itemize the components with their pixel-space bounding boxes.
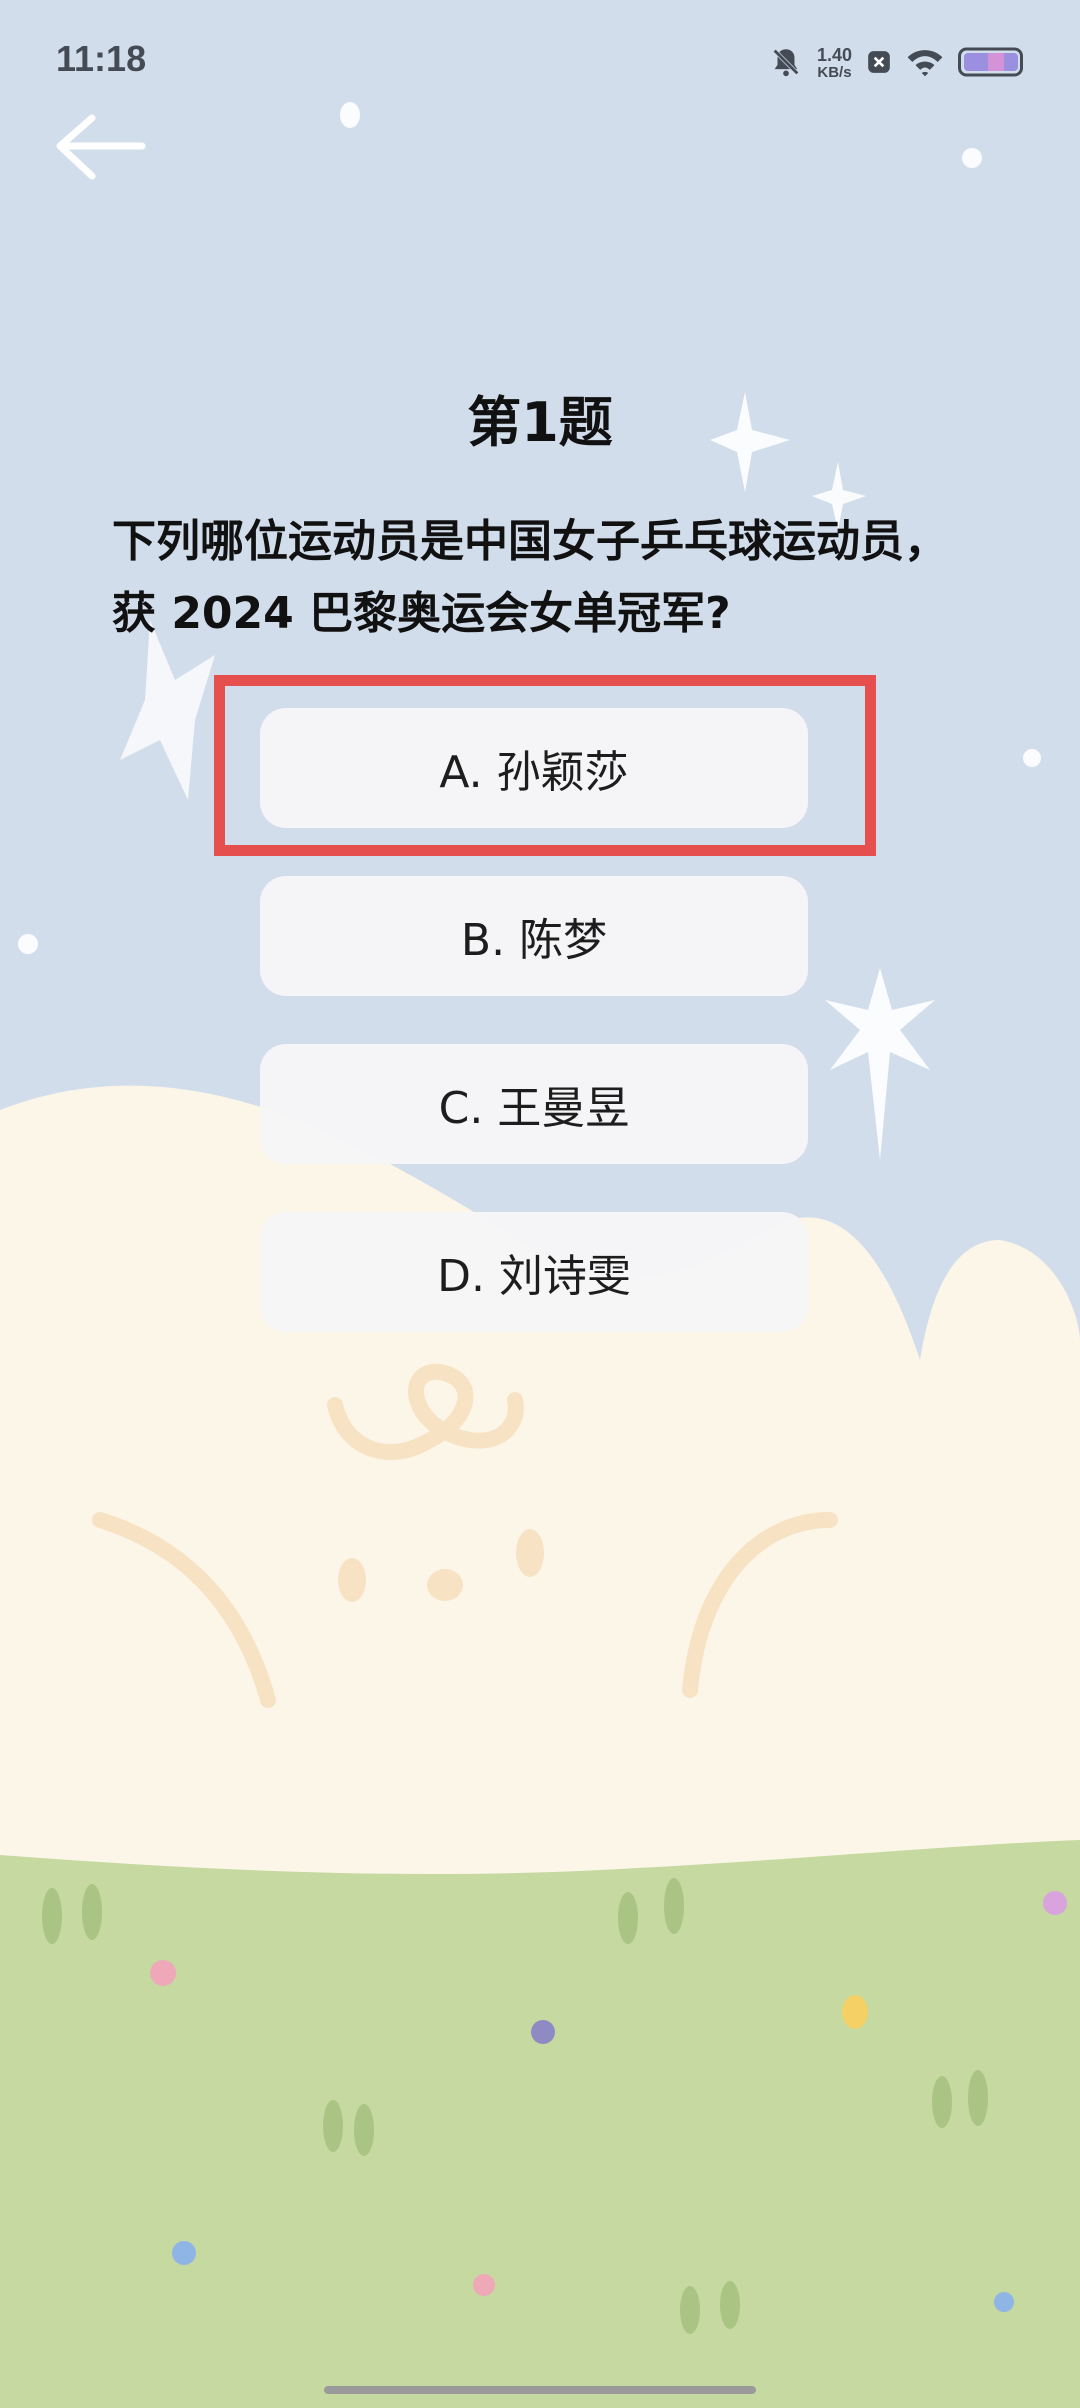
option-b-label: B. 陈梦 bbox=[460, 915, 608, 966]
network-speed-unit: KB/s bbox=[817, 64, 852, 81]
option-b-button[interactable]: B. 陈梦 bbox=[260, 876, 808, 996]
bell-muted-icon bbox=[769, 45, 803, 83]
question-text: 下列哪位运动员是中国女子乒乓球运动员，获 2024 巴黎奥运会女单冠军? bbox=[112, 516, 948, 639]
status-icons: 1.40 KB/s bbox=[769, 40, 1026, 88]
question-number-title: 第1题 bbox=[467, 391, 613, 454]
back-button[interactable] bbox=[52, 108, 148, 188]
arrow-left-icon bbox=[56, 114, 146, 180]
close-box-icon bbox=[866, 48, 892, 80]
selection-highlight-box bbox=[214, 675, 876, 856]
battery-icon bbox=[958, 46, 1026, 82]
option-c-label: C. 王曼昱 bbox=[438, 1083, 630, 1134]
home-indicator[interactable] bbox=[324, 2386, 756, 2394]
option-d-label: D. 刘诗雯 bbox=[437, 1251, 631, 1302]
option-d-button[interactable]: D. 刘诗雯 bbox=[260, 1212, 808, 1332]
network-speed-value: 1.40 bbox=[816, 45, 852, 65]
status-bar: 11:18 1.40 KB/s bbox=[0, 0, 1080, 120]
option-c-button[interactable]: C. 王曼昱 bbox=[260, 1044, 808, 1164]
network-speed: 1.40 KB/s bbox=[817, 46, 852, 82]
wifi-icon bbox=[906, 46, 944, 82]
status-time: 11:18 bbox=[56, 38, 147, 79]
